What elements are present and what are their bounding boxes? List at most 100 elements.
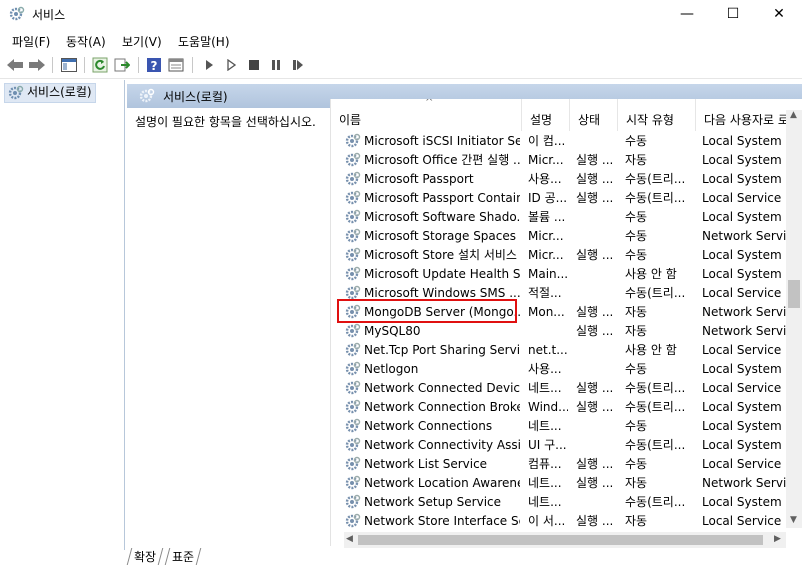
service-startup-type: 수동(트리... <box>625 495 686 509</box>
service-row[interactable]: Net.Tcp Port Sharing Service net.t... 사용 안… <box>331 341 802 360</box>
service-row[interactable]: Network Connection Broker Wind... 실행 ... 수동… <box>331 398 802 417</box>
service-row[interactable]: Netlogon 사용... 수동 Local System <box>331 360 802 379</box>
description-text: 설명이 필요한 항목을 선택하십시오. <box>135 115 316 129</box>
service-startup-type: 사용 안 함 <box>625 343 677 357</box>
service-gear-icon <box>345 209 361 225</box>
service-status: 실행 ... <box>576 153 614 167</box>
start-service-icon[interactable] <box>200 56 218 74</box>
service-status: 실행 ... <box>576 172 614 186</box>
stop-service-icon[interactable] <box>245 56 263 74</box>
column-header-name[interactable]: ^ 이름 <box>331 99 522 131</box>
minimize-button[interactable]: — <box>664 0 710 30</box>
service-gear-icon <box>345 475 361 491</box>
vertical-scrollbar[interactable]: ▲ ▼ <box>786 110 802 528</box>
service-row[interactable]: Microsoft Passport Container ID 공... 실행 ..… <box>331 189 802 208</box>
tree-item-services-local[interactable]: 서비스(로컬) <box>4 83 96 103</box>
properties-icon[interactable] <box>167 56 185 74</box>
service-row[interactable]: Network Connections 네트... 수동 Local System <box>331 417 802 436</box>
services-gear-icon <box>9 6 25 21</box>
service-row[interactable]: Network List Service 컴퓨... 실행 ... 수동 Local S… <box>331 455 802 474</box>
service-name: Network Setup Service <box>364 495 502 509</box>
service-row[interactable]: Network Connected Device... 네트... 실행 ... 수동… <box>331 379 802 398</box>
restart-service-icon[interactable] <box>289 56 307 74</box>
service-gear-icon <box>345 437 361 453</box>
service-description: 사용... <box>528 172 562 186</box>
tree-pane: 서비스(로컬) <box>0 80 125 550</box>
scroll-right-icon[interactable]: ▶ <box>774 534 781 544</box>
scroll-up-icon[interactable]: ▲ <box>790 110 797 120</box>
column-header-startup-type[interactable]: 시작 유형 <box>618 99 696 131</box>
service-row[interactable]: Microsoft iSCSI Initiator Se... 이 컴... 수동 L… <box>331 132 802 151</box>
export-list-icon[interactable] <box>113 56 131 74</box>
menu-action[interactable]: 동작(A) <box>66 33 106 50</box>
service-row[interactable]: Microsoft Software Shado... 볼륨 ... 수동 Local… <box>331 208 802 227</box>
service-status: 실행 ... <box>576 381 614 395</box>
menu-help[interactable]: 도움말(H) <box>178 33 230 50</box>
tree-item-label: 서비스(로컬) <box>27 85 92 99</box>
horizontal-scroll-thumb[interactable] <box>358 535 763 545</box>
service-startup-type: 수동(트리... <box>625 438 686 452</box>
service-description: 적절... <box>528 286 562 300</box>
service-status: 실행 ... <box>576 305 614 319</box>
maximize-button[interactable]: ☐ <box>710 0 756 30</box>
horizontal-scrollbar[interactable]: ◀ ▶ <box>344 532 786 548</box>
service-row[interactable]: MySQL80 실행 ... 자동 Network Service <box>331 322 802 341</box>
service-row[interactable]: Microsoft Store 설치 서비스 Micr... 실행 ... 수동 Loc… <box>331 246 802 265</box>
service-description: net.t... <box>528 343 568 357</box>
service-gear-icon <box>345 228 361 244</box>
service-row[interactable]: Microsoft Update Health S... Main... 사용 안 … <box>331 265 802 284</box>
column-header-status[interactable]: 상태 <box>570 99 618 131</box>
service-row[interactable]: Microsoft Storage Spaces ... Micr... 수동 Net… <box>331 227 802 246</box>
forward-arrow-icon[interactable] <box>28 56 46 74</box>
scroll-left-icon[interactable]: ◀ <box>346 534 353 544</box>
service-description: UI 구... <box>528 438 567 452</box>
refresh-icon[interactable] <box>91 56 109 74</box>
service-gear-icon <box>345 513 361 529</box>
service-name: MySQL80 <box>364 324 421 338</box>
scroll-down-icon[interactable]: ▼ <box>790 515 797 525</box>
service-row[interactable]: Network Store Interface Se... 이 서... 실행 ..… <box>331 512 802 531</box>
service-description: Wind... <box>528 400 568 414</box>
tab-standard[interactable]: 표준 <box>164 548 202 565</box>
service-startup-type: 사용 안 함 <box>625 267 677 281</box>
service-name: Network List Service <box>364 457 488 471</box>
service-status: 실행 ... <box>576 324 614 338</box>
service-name: Network Connection Broker <box>364 400 520 414</box>
window-title: 서비스 <box>32 8 66 22</box>
help-icon[interactable]: ? <box>145 56 163 74</box>
service-gear-icon <box>345 323 361 339</box>
service-name: Netlogon <box>364 362 419 376</box>
show-hide-tree-icon[interactable] <box>60 56 78 74</box>
service-gear-icon <box>345 380 361 396</box>
menu-file[interactable]: 파일(F) <box>12 33 50 50</box>
close-button[interactable]: ✕ <box>756 0 802 30</box>
service-row[interactable]: Microsoft Office 간편 실행 ... Micr... 실행 ... 자… <box>331 151 802 170</box>
service-startup-type: 수동 <box>625 457 648 471</box>
service-name: Microsoft Office 간편 실행 ... <box>364 153 520 167</box>
service-startup-type: 자동 <box>625 476 648 490</box>
back-arrow-icon[interactable] <box>6 56 24 74</box>
service-description: Mon... <box>528 305 565 319</box>
service-row[interactable]: Network Location Awareness 네트... 실행 ... 자동 N… <box>331 474 802 493</box>
service-startup-type: 자동 <box>625 153 648 167</box>
service-description: 네트... <box>528 381 562 395</box>
service-startup-type: 수동(트리... <box>625 286 686 300</box>
service-description: 이 서... <box>528 514 566 528</box>
pause-service-icon[interactable] <box>267 56 285 74</box>
service-description: Micr... <box>528 248 564 262</box>
service-status: 실행 ... <box>576 400 614 414</box>
vertical-scroll-thumb[interactable] <box>788 280 800 308</box>
service-row[interactable]: Network Connectivity Assis... UI 구... 수동(트… <box>331 436 802 455</box>
service-description: Micr... <box>528 153 564 167</box>
tab-extended[interactable]: 확장 <box>126 548 164 565</box>
menu-view[interactable]: 보기(V) <box>122 33 162 50</box>
service-row[interactable]: Microsoft Passport 사용... 실행 ... 수동(트리... Loc… <box>331 170 802 189</box>
service-gear-icon <box>345 494 361 510</box>
column-header-description[interactable]: 설명 <box>522 99 570 131</box>
service-startup-type: 수동 <box>625 229 648 243</box>
start-service-alt-icon[interactable] <box>222 56 240 74</box>
service-startup-type: 자동 <box>625 305 648 319</box>
service-name: Microsoft iSCSI Initiator Se... <box>364 134 520 148</box>
service-startup-type: 수동(트리... <box>625 191 686 205</box>
service-row[interactable]: Network Setup Service 네트... 수동(트리... Local … <box>331 493 802 512</box>
